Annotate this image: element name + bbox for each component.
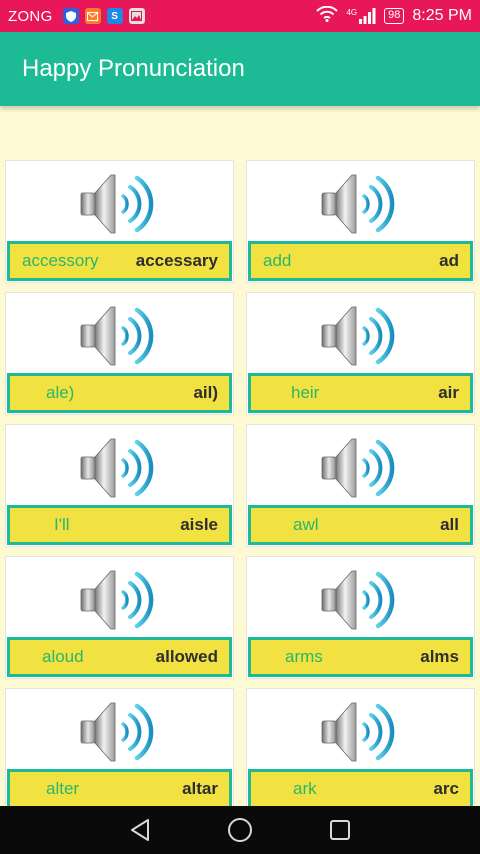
- speaker-icon[interactable]: [75, 565, 165, 635]
- word-a: aloud: [42, 647, 84, 666]
- speaker-icon[interactable]: [316, 169, 406, 239]
- word-pair: alter altar: [7, 769, 232, 809]
- network-label: 4G: [346, 8, 358, 17]
- speaker-icon[interactable]: [75, 169, 165, 239]
- battery-icon: 98: [384, 8, 405, 24]
- word-pair: heir air: [248, 373, 473, 413]
- word-b: air: [438, 383, 459, 402]
- word-pair: add ad: [248, 241, 473, 281]
- word-a: I'll: [54, 515, 70, 534]
- word-card[interactable]: awl all: [246, 424, 475, 547]
- home-icon[interactable]: [226, 816, 254, 844]
- clock: 8:25 PM: [412, 7, 472, 24]
- word-pair: ale) ail): [7, 373, 232, 413]
- word-a: heir: [291, 383, 320, 402]
- word-card[interactable]: ale) ail): [5, 292, 234, 415]
- word-card[interactable]: alter altar: [5, 688, 234, 811]
- speaker-icon[interactable]: [316, 697, 406, 767]
- s-app-icon: S: [106, 8, 123, 24]
- word-b: alms: [420, 647, 459, 666]
- carrier-label: ZONG: [8, 7, 53, 25]
- word-b: aisle: [180, 515, 218, 534]
- shield-icon: [62, 8, 79, 24]
- word-card[interactable]: accessory accessary: [5, 160, 234, 283]
- speaker-icon[interactable]: [75, 697, 165, 767]
- signal-icon: 4G: [346, 8, 376, 24]
- word-pair: accessory accessary: [7, 241, 232, 281]
- speaker-icon[interactable]: [75, 301, 165, 371]
- word-card[interactable]: arms alms: [246, 556, 475, 679]
- app-title: Happy Pronunciation: [22, 55, 245, 82]
- word-pair: arms alms: [248, 637, 473, 677]
- mail-icon: [84, 8, 101, 24]
- word-b: all: [440, 515, 459, 534]
- recents-icon[interactable]: [326, 816, 354, 844]
- word-a: accessory: [22, 251, 99, 270]
- status-bar: ZONG S 4G 98 8:25 PM: [0, 0, 480, 32]
- speaker-icon[interactable]: [316, 301, 406, 371]
- word-pair: I'll aisle: [7, 505, 232, 545]
- back-icon[interactable]: [126, 816, 154, 844]
- word-card[interactable]: add ad: [246, 160, 475, 283]
- word-b: ad: [439, 251, 459, 270]
- word-a: ark: [293, 779, 317, 798]
- word-b: allowed: [155, 647, 218, 666]
- word-a: arms: [285, 647, 323, 666]
- word-b: altar: [182, 779, 218, 798]
- word-pair: awl all: [248, 505, 473, 545]
- word-pair: aloud allowed: [7, 637, 232, 677]
- speaker-icon[interactable]: [316, 433, 406, 503]
- word-b: ail): [193, 383, 218, 402]
- word-card[interactable]: heir air: [246, 292, 475, 415]
- word-card[interactable]: aloud allowed: [5, 556, 234, 679]
- word-a: ale): [46, 383, 75, 402]
- wifi-icon: [316, 5, 339, 26]
- speaker-icon[interactable]: [75, 433, 165, 503]
- gallery-icon: [128, 8, 145, 24]
- word-card[interactable]: ark arc: [246, 688, 475, 811]
- word-a: alter: [46, 779, 80, 798]
- word-card[interactable]: I'll aisle: [5, 424, 234, 547]
- speaker-icon[interactable]: [316, 565, 406, 635]
- battery-level: 98: [388, 9, 401, 21]
- app-bar: Happy Pronunciation: [0, 32, 480, 106]
- word-b: arc: [433, 779, 459, 798]
- word-b: accessary: [135, 251, 218, 270]
- nav-bar: [0, 806, 480, 854]
- word-a: awl: [293, 515, 319, 534]
- word-pair: ark arc: [248, 769, 473, 809]
- word-a: add: [263, 251, 292, 270]
